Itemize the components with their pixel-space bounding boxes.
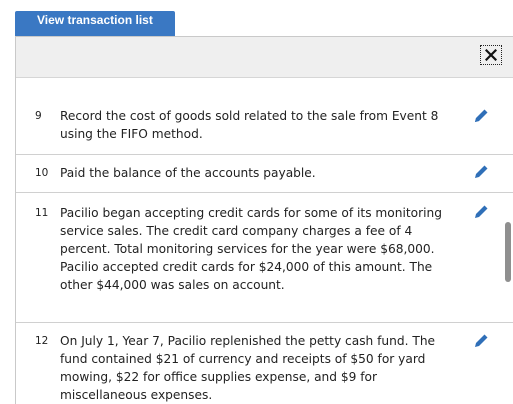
row-number: 11 xyxy=(35,207,49,219)
row-description: Paid the balance of the accounts payable… xyxy=(60,166,316,180)
pencil-icon[interactable] xyxy=(472,203,490,221)
pencil-icon[interactable] xyxy=(472,332,490,350)
vertical-scrollbar[interactable] xyxy=(505,222,511,282)
view-transaction-list-tab[interactable]: View transaction list xyxy=(15,11,175,36)
row-description: Pacilio began accepting credit cards for… xyxy=(60,206,442,292)
list-item: 11 Pacilio began accepting credit cards … xyxy=(16,193,513,323)
pencil-icon[interactable] xyxy=(472,163,490,181)
row-description: On July 1, Year 7, Pacilio replenished t… xyxy=(60,334,436,402)
close-icon xyxy=(485,49,497,61)
row-description: Record the cost of goods sold related to… xyxy=(60,109,439,141)
row-number: 10 xyxy=(35,167,49,179)
pencil-icon[interactable] xyxy=(472,107,490,125)
panel-header xyxy=(16,37,513,78)
list-item: 9 Record the cost of goods sold related … xyxy=(16,99,513,155)
close-button[interactable] xyxy=(480,45,502,65)
row-number: 9 xyxy=(35,110,42,122)
list-item: 12 On July 1, Year 7, Pacilio replenishe… xyxy=(16,323,513,404)
row-number: 12 xyxy=(35,335,49,347)
transaction-list-panel: 9 Record the cost of goods sold related … xyxy=(15,36,513,404)
list-item: 10 Paid the balance of the accounts paya… xyxy=(16,155,513,193)
